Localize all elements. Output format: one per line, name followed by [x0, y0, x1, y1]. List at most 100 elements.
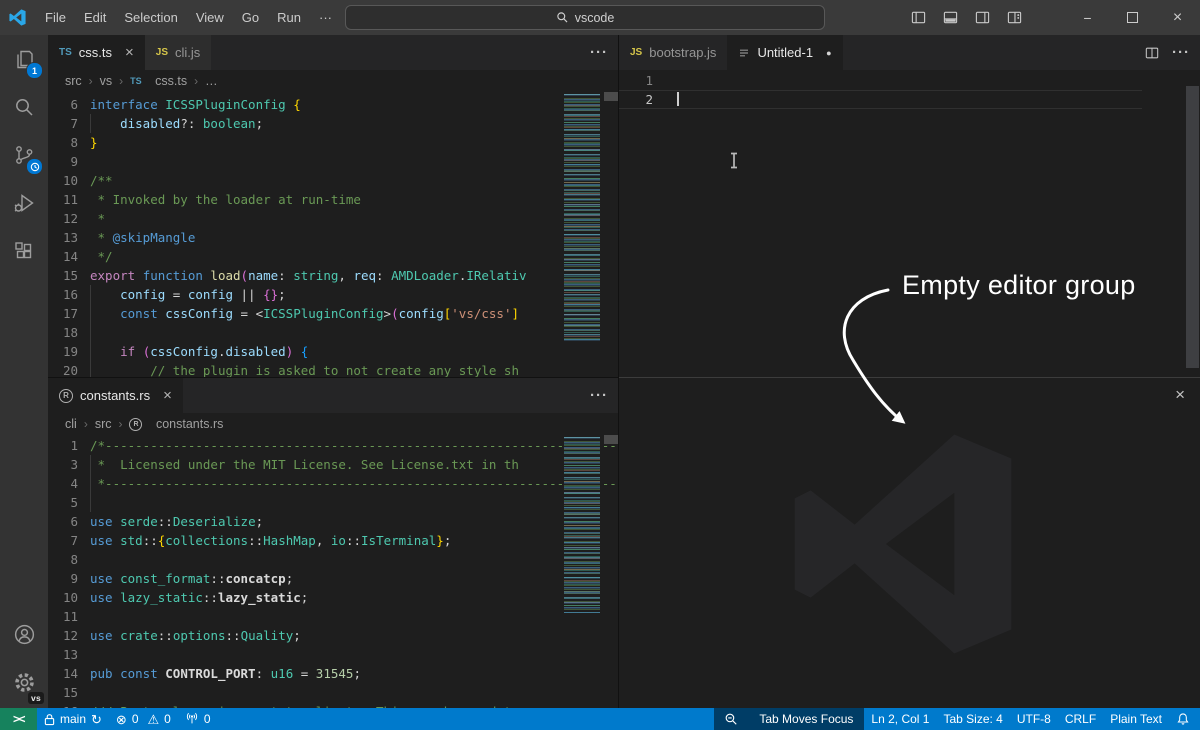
breadcrumb-item[interactable]: cli [65, 417, 77, 431]
editor-scrollbar[interactable] [604, 92, 618, 377]
zoom-out-icon [724, 712, 738, 726]
more-actions-icon[interactable]: ··· [590, 44, 608, 61]
menu-go[interactable]: Go [233, 0, 268, 35]
language-mode-item[interactable]: Plain Text [1103, 708, 1169, 730]
menu-view[interactable]: View [187, 0, 233, 35]
code-line[interactable]: 7use std::{collections::HashMap, io::IsT… [48, 531, 618, 550]
editor-scrollbar[interactable] [604, 435, 618, 708]
tab-constants-rs[interactable]: R constants.rs × [48, 378, 183, 413]
code-line[interactable]: 15export function load(name: string, req… [48, 266, 618, 285]
run-debug-icon[interactable] [0, 179, 48, 227]
breadcrumb-item[interactable]: src [65, 74, 82, 88]
breadcrumb[interactable]: cli › src › R constants.rs [48, 413, 618, 435]
more-actions-icon[interactable]: ··· [590, 387, 608, 404]
close-group-icon[interactable]: × [1175, 386, 1185, 403]
code-line[interactable]: 9use const_format::concatcp; [48, 569, 618, 588]
branch-status-item[interactable]: main ↻ [37, 708, 109, 730]
chevron-right-icon: › [84, 417, 88, 431]
code-line[interactable]: 13 * @skipMangle [48, 228, 618, 247]
toggle-panel-icon[interactable] [943, 10, 958, 25]
minimize-button[interactable]: − [1065, 0, 1110, 35]
menu-edit[interactable]: Edit [75, 0, 115, 35]
plain-file-icon [738, 47, 750, 59]
breadcrumb[interactable]: src › vs › TS css.ts › … [48, 70, 618, 92]
minimap[interactable] [562, 435, 604, 708]
code-line[interactable]: 10use lazy_static::lazy_static; [48, 588, 618, 607]
code-line[interactable]: 8} [48, 133, 618, 152]
minimap[interactable] [562, 92, 604, 377]
code-line[interactable]: 20 // the plugin is asked to not create … [48, 361, 618, 377]
code-line[interactable]: 15 [48, 683, 618, 702]
split-editor-icon[interactable] [1145, 46, 1159, 60]
code-line[interactable]: 12use crate::options::Quality; [48, 626, 618, 645]
breadcrumb-item[interactable]: … [205, 74, 218, 88]
code-line[interactable]: 11 * Invoked by the loader at run-time [48, 190, 618, 209]
code-line[interactable]: 5 [48, 493, 618, 512]
explorer-icon[interactable]: 1 [0, 35, 48, 83]
tab-label: css.ts [79, 45, 112, 60]
code-line[interactable]: 13 [48, 645, 618, 664]
code-line[interactable]: 14 */ [48, 247, 618, 266]
indentation-item[interactable]: Tab Size: 4 [936, 708, 1009, 730]
tab-css-ts[interactable]: TS css.ts × [48, 35, 145, 70]
search-view-icon[interactable] [0, 83, 48, 131]
breadcrumb-item[interactable]: vs [100, 74, 113, 88]
code-line[interactable]: 6use serde::Deserialize; [48, 512, 618, 531]
code-line[interactable]: 9 [48, 152, 618, 171]
tab-untitled-1[interactable]: Untitled-1 ● [727, 35, 842, 70]
tab-bootstrap-js[interactable]: JS bootstrap.js [619, 35, 727, 70]
code-line[interactable]: 3 * Licensed under the MIT License. See … [48, 455, 618, 474]
code-line[interactable]: 16 config = config || {}; [48, 285, 618, 304]
tab-cli-js[interactable]: JS cli.js [145, 35, 212, 70]
command-center-search[interactable]: vscode [345, 5, 825, 30]
dirty-dot-icon[interactable]: ● [826, 48, 831, 58]
breadcrumb-item[interactable]: TS css.ts [130, 74, 187, 88]
menu-more[interactable]: ··· [310, 0, 341, 35]
code-line[interactable]: 6interface ICSSPluginConfig { [48, 95, 618, 114]
tab-moves-focus-item[interactable]: Tab Moves Focus [748, 708, 864, 730]
code-line[interactable]: 10/** [48, 171, 618, 190]
zoom-status-item[interactable] [714, 708, 748, 730]
cursor-position-item[interactable]: Ln 2, Col 1 [864, 708, 936, 730]
source-control-icon[interactable] [0, 131, 48, 179]
code-line[interactable]: 7 disabled?: boolean; [48, 114, 618, 133]
settings-gear-icon[interactable]: vs [0, 658, 48, 706]
menu-run[interactable]: Run [268, 0, 310, 35]
problems-status-item[interactable]: ⊗0 ⚠0 [109, 708, 178, 730]
close-icon[interactable]: × [125, 45, 134, 60]
ports-status-item[interactable]: 0 [178, 708, 218, 730]
eol-item[interactable]: CRLF [1058, 708, 1103, 730]
code-line[interactable]: 2 [619, 90, 1142, 109]
customize-layout-icon[interactable] [1007, 10, 1022, 25]
toggle-secondary-sidebar-icon[interactable] [975, 10, 990, 25]
code-line[interactable]: 4 *-------------------------------------… [48, 474, 618, 493]
code-line[interactable]: 19 if (cssConfig.disabled) { [48, 342, 618, 361]
close-icon[interactable]: × [163, 388, 172, 403]
code-line[interactable]: 11 [48, 607, 618, 626]
maximize-button[interactable] [1110, 0, 1155, 35]
menu-file[interactable]: File [36, 0, 75, 35]
code-line[interactable]: 8 [48, 550, 618, 569]
code-line[interactable]: 14pub const CONTROL_PORT: u16 = 31545; [48, 664, 618, 683]
more-actions-icon[interactable]: ··· [1172, 44, 1190, 61]
remote-indicator[interactable]: >< [0, 708, 37, 730]
code-line[interactable]: 18 [48, 323, 618, 342]
vscode-watermark-logo [789, 430, 1017, 658]
code-line[interactable]: 17 const cssConfig = <ICSSPluginConfig>(… [48, 304, 618, 323]
code-line[interactable]: 1 [619, 71, 1142, 90]
toggle-sidebar-icon[interactable] [911, 10, 926, 25]
close-window-button[interactable]: × [1155, 0, 1200, 35]
notifications-bell-icon[interactable] [1169, 708, 1200, 730]
code-editor-constants-rs[interactable]: 1/*-------------------------------------… [48, 435, 618, 708]
code-line[interactable]: 1/*-------------------------------------… [48, 436, 618, 455]
breadcrumb-item[interactable]: src [95, 417, 112, 431]
menu-selection[interactable]: Selection [115, 0, 186, 35]
code-editor-untitled[interactable]: 12 [619, 70, 1200, 377]
extensions-icon[interactable] [0, 227, 48, 275]
breadcrumb-item[interactable]: R constants.rs [129, 417, 223, 431]
encoding-item[interactable]: UTF-8 [1010, 708, 1058, 730]
code-editor-css-ts[interactable]: 6interface ICSSPluginConfig {7 disabled?… [48, 92, 618, 377]
code-line[interactable]: 12 * [48, 209, 618, 228]
editor-scrollbar[interactable] [1186, 86, 1199, 368]
accounts-icon[interactable] [0, 610, 48, 658]
